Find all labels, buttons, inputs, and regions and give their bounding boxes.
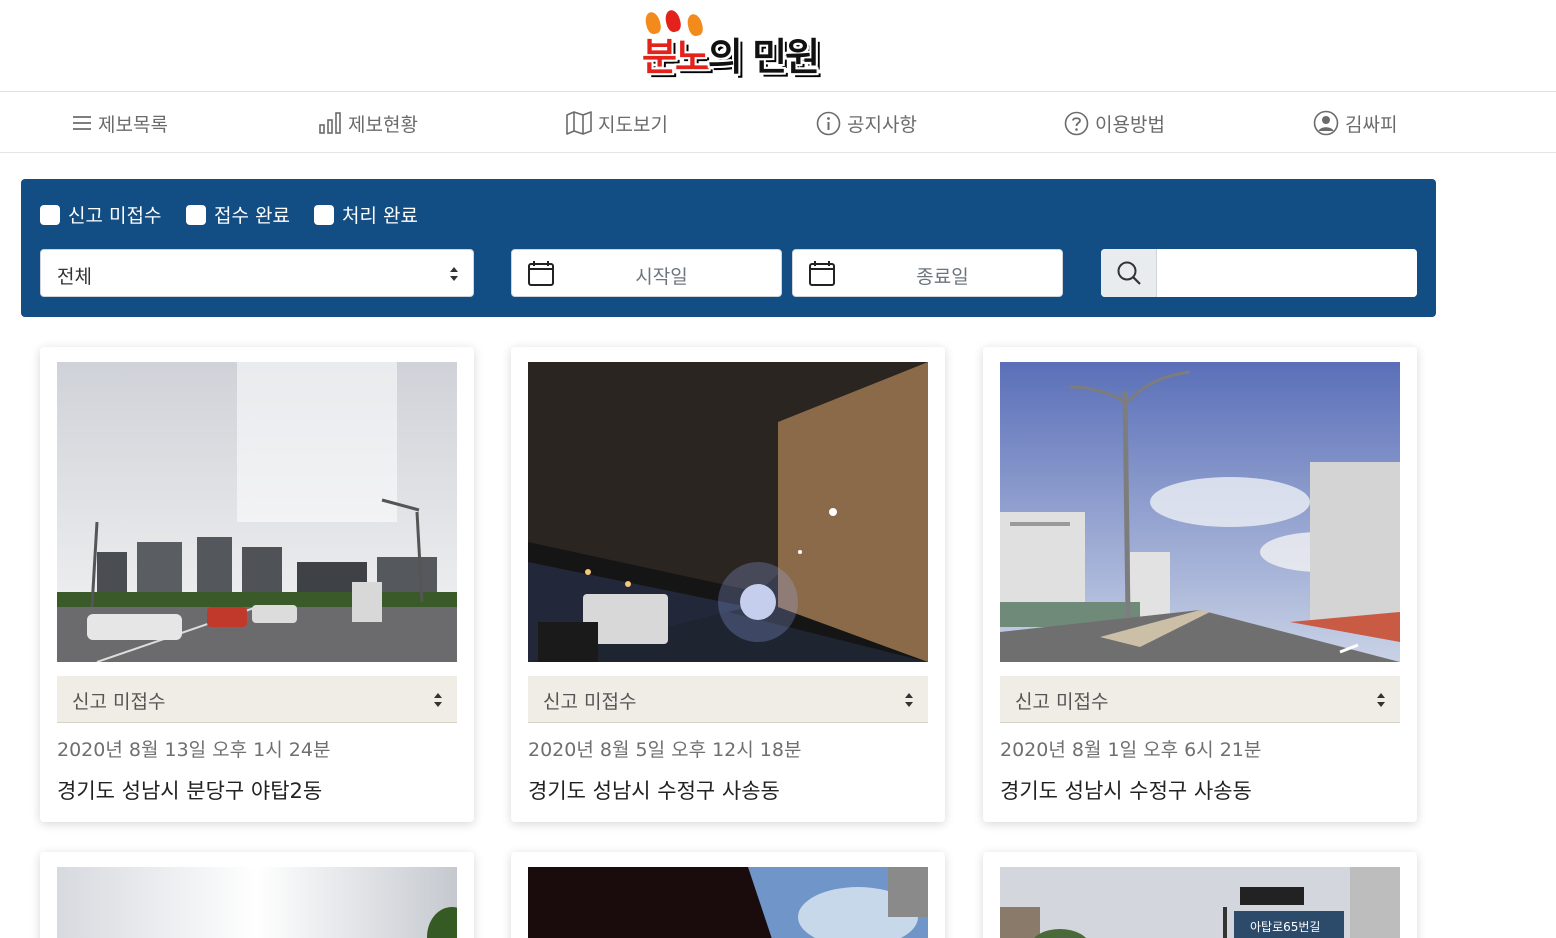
calendar-icon: [528, 261, 554, 286]
status-select[interactable]: 신고 미접수: [57, 676, 457, 723]
report-photo[interactable]: [528, 867, 928, 938]
info-icon: [816, 111, 841, 135]
region-select[interactable]: 전체: [40, 249, 474, 297]
status-select[interactable]: 신고 미접수: [528, 676, 928, 723]
region-select-value: 전체: [57, 266, 92, 288]
select-arrows-icon: [1377, 693, 1385, 707]
nav-label: 제보목록: [98, 113, 168, 136]
user-icon: [1313, 110, 1339, 136]
report-photo[interactable]: [1000, 362, 1400, 662]
report-card[interactable]: 신고 미접수 2020년 8월 1일 오후 6시 21분 경기도 성남시 수정구…: [983, 347, 1417, 822]
end-date-input[interactable]: 종료일: [792, 249, 1063, 297]
end-date-placeholder: 종료일: [916, 266, 969, 288]
checkbox-processed[interactable]: 처리 완료: [314, 201, 418, 228]
photo-partial: [57, 867, 457, 938]
checkbox-received[interactable]: 접수 완료: [186, 201, 290, 228]
status-value: 신고 미접수: [72, 691, 166, 713]
report-date: 2020년 8월 5일 오후 12시 18분: [528, 739, 802, 761]
nav-item-map-view[interactable]: 지도보기: [566, 93, 668, 153]
status-select[interactable]: 신고 미접수: [1000, 676, 1400, 723]
nav-label: 김싸피: [1345, 113, 1398, 136]
search-icon: [1117, 261, 1141, 285]
checkbox-box[interactable]: [40, 204, 60, 225]
photo-partial: 아탑로65번길: [1000, 867, 1400, 938]
search-button[interactable]: [1101, 249, 1157, 297]
nav-item-report-list[interactable]: 제보목록: [72, 93, 168, 153]
road-sign-text: 아탑로65번길: [1250, 920, 1320, 934]
header: 분노의 민원: [0, 0, 1556, 92]
select-arrows-icon: [905, 693, 913, 707]
report-card[interactable]: [40, 852, 474, 938]
nav-item-notice[interactable]: 공지사항: [816, 93, 917, 153]
report-card[interactable]: 아탑로65번길: [983, 852, 1417, 938]
nav-item-user[interactable]: 김싸피: [1313, 93, 1397, 153]
photo-partial: [528, 867, 928, 938]
report-address: 경기도 성남시 분당구 야탑2동: [57, 779, 323, 803]
checkbox-box[interactable]: [186, 204, 206, 225]
report-address: 경기도 성남시 수정구 사송동: [1000, 779, 1252, 803]
site-logo[interactable]: 분노의 민원: [636, 8, 822, 79]
photo-tunnel: [528, 362, 928, 662]
search-input[interactable]: [1158, 249, 1417, 297]
report-card[interactable]: 신고 미접수 2020년 8월 13일 오후 1시 24분 경기도 성남시 분당…: [40, 347, 474, 822]
select-arrows-icon: [434, 693, 442, 707]
report-photo[interactable]: [57, 867, 457, 938]
checkbox-label: 신고 미접수: [68, 205, 162, 227]
filter-panel: 신고 미접수 접수 완료 처리 완료 전체 시작일 종료일: [21, 179, 1436, 317]
nav-label: 제보현황: [348, 113, 418, 136]
logo-text: 분노의 민원: [642, 35, 820, 79]
nav-item-how-to-use[interactable]: 이용방법: [1064, 93, 1165, 153]
checkbox-box[interactable]: [314, 204, 334, 225]
bar-chart-icon: [319, 112, 341, 134]
nav-label: 이용방법: [1095, 113, 1165, 136]
checkbox-not-received[interactable]: 신고 미접수: [40, 201, 161, 228]
report-card[interactable]: 신고 미접수 2020년 8월 5일 오후 12시 18분 경기도 성남시 수정…: [511, 347, 945, 822]
report-card[interactable]: [511, 852, 945, 938]
question-icon: [1064, 111, 1089, 135]
report-photo[interactable]: [528, 362, 928, 662]
map-icon: [566, 111, 592, 135]
main-nav: 제보목록 제보현황 지도보기 공지사항 이용방법 김싸피: [0, 93, 1556, 153]
photo-road-streetlight: [1000, 362, 1400, 662]
select-arrows-icon: [450, 267, 458, 281]
start-date-placeholder: 시작일: [635, 266, 688, 288]
photo-highway-day: [57, 362, 457, 662]
menu-icon: [73, 116, 91, 130]
checkbox-label: 접수 완료: [214, 205, 290, 227]
nav-label: 공지사항: [847, 113, 917, 136]
nav-label: 지도보기: [598, 113, 668, 136]
nav-item-report-status[interactable]: 제보현황: [318, 93, 418, 153]
status-value: 신고 미접수: [543, 691, 637, 713]
report-date: 2020년 8월 13일 오후 1시 24분: [57, 739, 331, 761]
checkbox-label: 처리 완료: [342, 205, 418, 227]
report-date: 2020년 8월 1일 오후 6시 21분: [1000, 739, 1262, 761]
report-photo[interactable]: [57, 362, 457, 662]
status-value: 신고 미접수: [1015, 691, 1109, 713]
calendar-icon: [809, 261, 835, 286]
report-photo[interactable]: 아탑로65번길: [1000, 867, 1400, 938]
report-address: 경기도 성남시 수정구 사송동: [528, 779, 780, 803]
start-date-input[interactable]: 시작일: [511, 249, 782, 297]
search-group: [1101, 249, 1417, 297]
